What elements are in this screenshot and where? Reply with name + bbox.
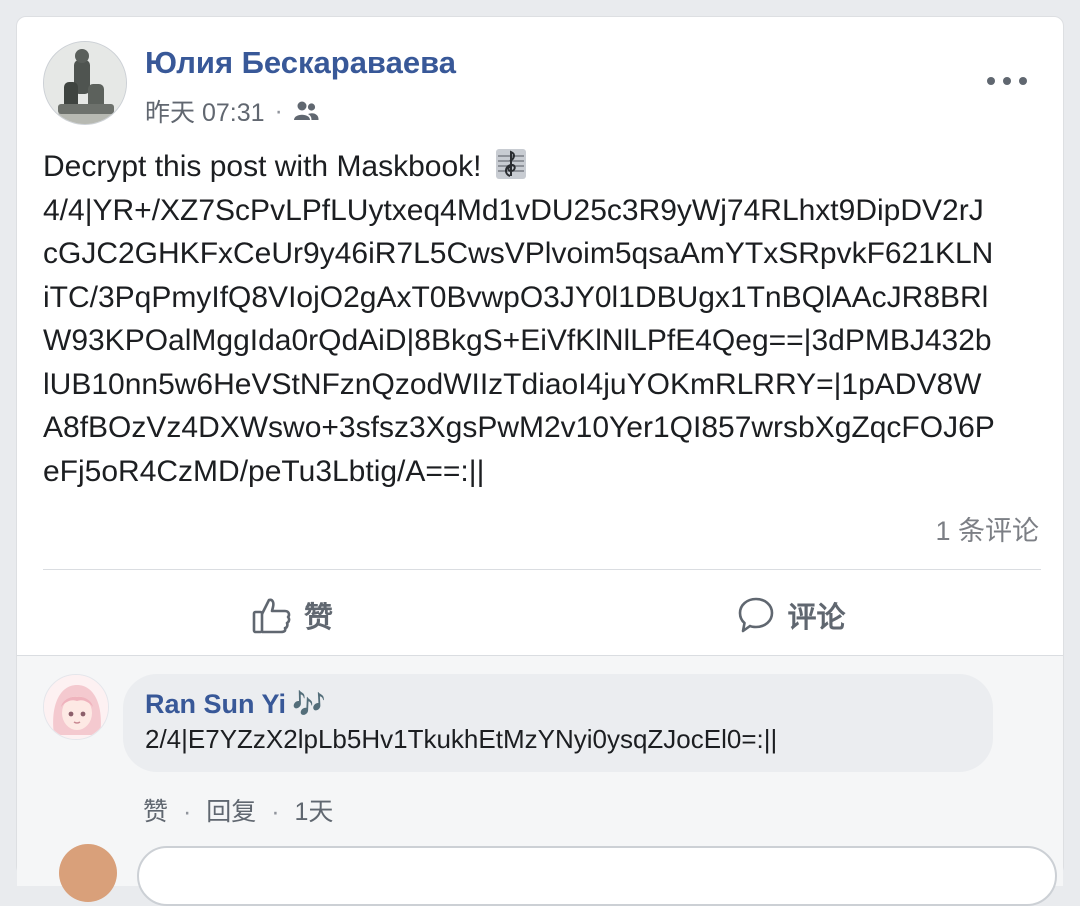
post-body-line: iTC/3PqPmyIfQ8VIojO2gAxT0BvwpO3JY0l1DBUg… [43,280,989,314]
post-body-line: lUB10nn5w6HeVStNFznQzodWIIzTdiaoI4juYOKm… [43,367,982,401]
comment-dot-separator: · [182,798,192,826]
more-dot [1003,77,1011,85]
post-body: Decrypt this post with Maskbook! 4/4|YR+… [43,145,1043,493]
comment-label: 评论 [787,602,846,634]
post-body-line: W93KPOalMggIda0rQdAiD|8BkgS+EiVfKlNlLPfE… [43,324,992,357]
comment-count-link[interactable]: 1 条评论 [935,509,1039,548]
comment-like-link[interactable]: 赞 [143,798,168,826]
divider [43,569,1041,570]
post-body-line: Decrypt this post with Maskbook! [43,150,482,183]
post-meta: 昨天 07:31 · [145,93,319,129]
comment-age[interactable]: 1天 [295,798,334,826]
comment-reply-link[interactable]: 回复 [206,798,256,826]
comment-author-text[interactable]: Ran Sun Yi [145,689,286,719]
thumbs-up-icon [252,598,291,634]
next-comment-bubble [137,846,1057,906]
author-avatar[interactable] [43,41,127,125]
comment-dot-separator: · [271,798,280,826]
comment-actions: 赞 · 回复 · 1天 [143,792,333,828]
more-dot [1019,77,1027,85]
post-header: Юлия Бескараваева 昨天 07:31 · [43,41,1043,131]
like-button[interactable]: 赞 [43,577,542,653]
commenter-avatar[interactable] [43,674,109,740]
comment-text: 2/4|E7YZzX2lpLb5Hv1TkukhEtMzYNyi0ysqZJoc… [145,724,778,754]
next-commenter-avatar[interactable] [59,844,117,902]
more-dot [987,77,995,85]
comments-section: Ran Sun Yi 🎶 2/4|E7YZzX2lpLb5Hv1TkukhEtMz… [17,656,1063,906]
comment-author-name[interactable]: Ran Sun Yi 🎶 [145,688,971,720]
anime-avatar-icon [44,675,108,739]
music-notes-icon: 🎶 [292,689,326,719]
post-body-line: cGJC2GHKFxCeUr9y46iR7L5CwsVPlvoim5qsaAmY… [43,237,994,270]
post-body-line: A8fBOzVz4DXWswo+3sfsz3XgsPwM2v10Yer1QI85… [43,411,995,444]
statue-photo-icon [44,42,126,124]
friends-icon[interactable] [293,100,319,122]
post-body-line: eFj5oR4CzMD/peTu3Lbtig/A==:|| [43,454,485,488]
post-author-name[interactable]: Юлия Бескараваева [145,45,456,81]
comment-button[interactable]: 评论 [542,577,1041,653]
more-options-icon[interactable] [987,71,1027,91]
post-actions: 赞 评论 [43,577,1041,653]
post-timestamp[interactable]: 昨天 07:31 [145,93,265,129]
meta-separator: · [274,96,283,125]
post-line-1: Decrypt this post with Maskbook! [43,145,1043,189]
comment-bubble-icon [739,597,774,633]
comment-bubble: Ran Sun Yi 🎶 2/4|E7YZzX2lpLb5Hv1TkukhEtMz… [123,674,993,772]
musical-score-icon [495,149,526,179]
post-body-line: 4/4|YR+/XZ7ScPvLPfLUytxeq4Md1vDU25c3R9yW… [43,193,984,227]
like-label: 赞 [303,602,333,634]
post-card: Юлия Бескараваева 昨天 07:31 · Decrypt thi… [16,16,1064,906]
